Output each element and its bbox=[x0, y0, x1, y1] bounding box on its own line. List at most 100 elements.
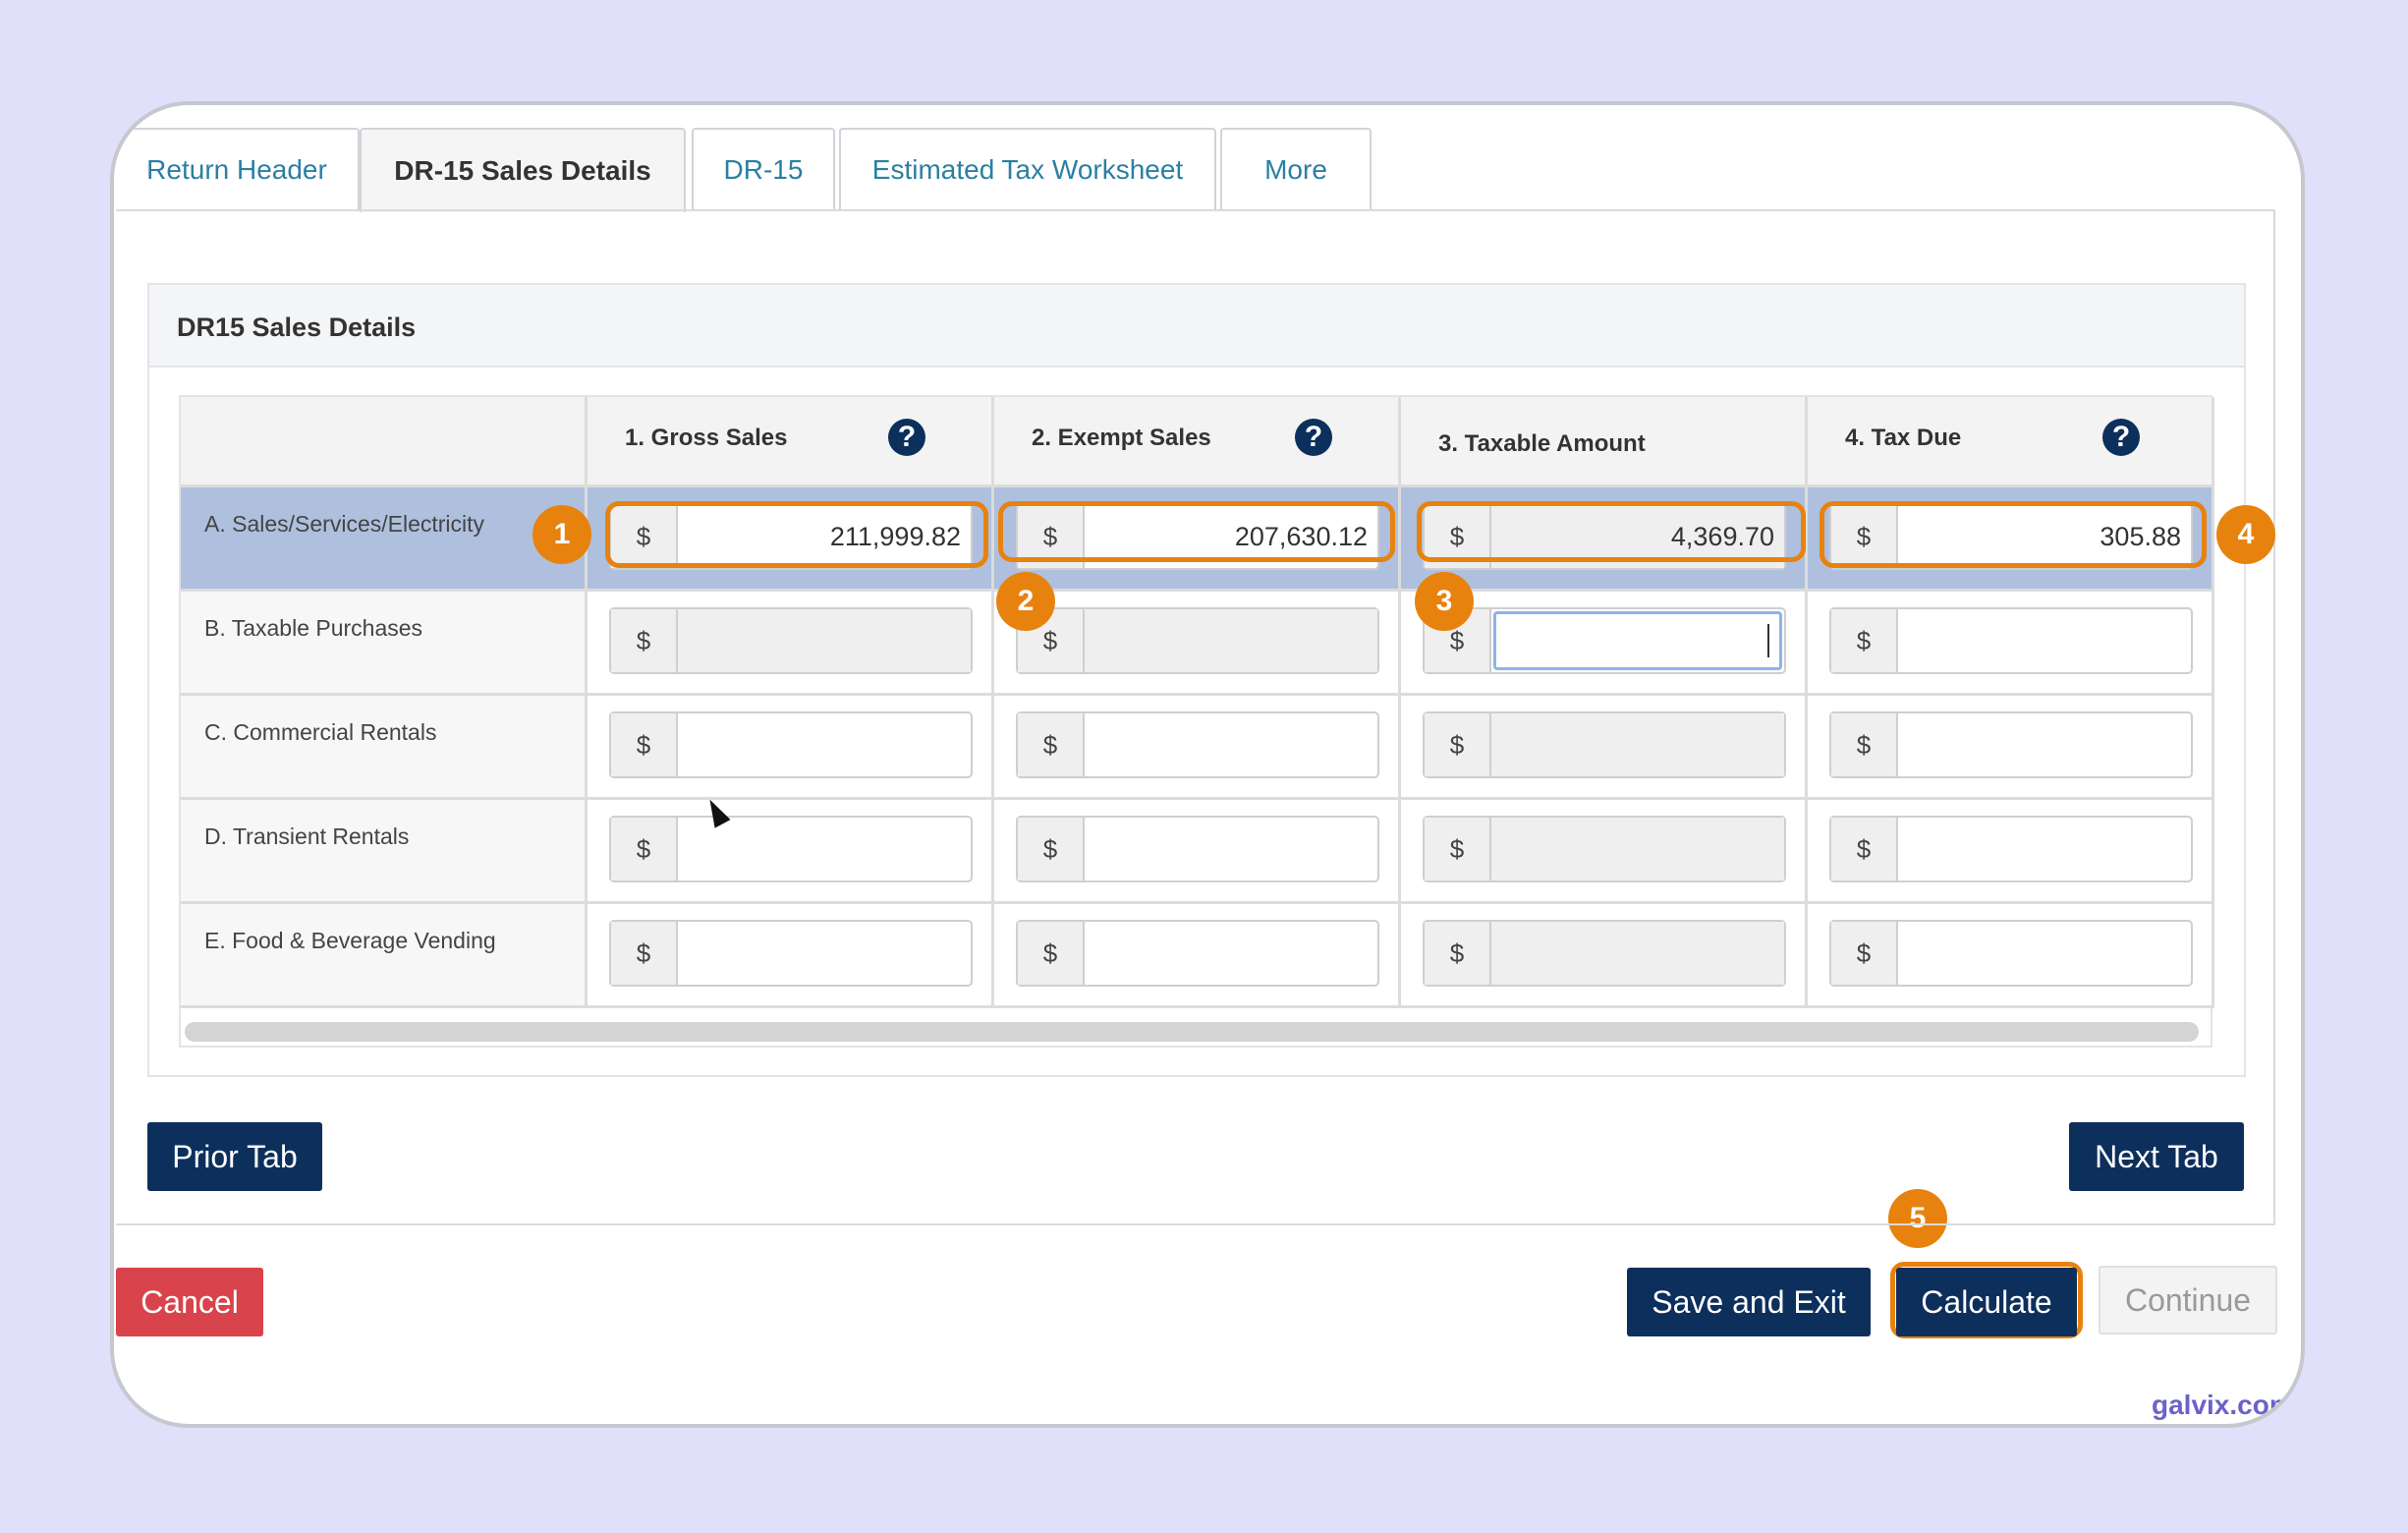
currency-symbol: $ bbox=[1425, 818, 1491, 880]
row-label-text: E. Food & Beverage Vending bbox=[204, 928, 496, 953]
step-badge-4: 4 bbox=[2216, 505, 2275, 564]
next-tab-button[interactable]: Next Tab bbox=[2069, 1122, 2244, 1191]
highlight-tax-due bbox=[1820, 501, 2207, 568]
exempt-sales-input-b: $ bbox=[1016, 607, 1379, 674]
currency-symbol: $ bbox=[1425, 922, 1491, 985]
tax-due-input-b[interactable]: $ bbox=[1829, 607, 2193, 674]
sales-details-table: 1. Gross Sales ? 2. Exempt Sales ? 3. Ta… bbox=[179, 395, 2214, 1048]
prior-tab-button[interactable]: Prior Tab bbox=[147, 1122, 322, 1191]
tab-estimated-tax-worksheet[interactable]: Estimated Tax Worksheet bbox=[839, 128, 1216, 210]
field-value bbox=[1898, 922, 2191, 985]
taxable-amount-input-b[interactable]: $ bbox=[1423, 607, 1786, 674]
tab-more[interactable]: More bbox=[1220, 128, 1372, 210]
cell-b-exempt-sales: $ bbox=[994, 592, 1401, 696]
currency-symbol: $ bbox=[1018, 818, 1085, 880]
column-label: 1. Gross Sales bbox=[625, 425, 788, 451]
field-value bbox=[1085, 922, 1377, 985]
gross-sales-input-d[interactable]: $ bbox=[609, 816, 973, 882]
currency-symbol: $ bbox=[611, 922, 678, 985]
highlight-gross-sales bbox=[605, 501, 988, 568]
help-icon[interactable]: ? bbox=[2102, 419, 2140, 456]
tab-divider bbox=[116, 209, 2275, 211]
currency-symbol: $ bbox=[1018, 713, 1085, 776]
step-badge-1: 1 bbox=[532, 505, 591, 564]
field-value bbox=[1085, 609, 1377, 672]
content-bottom-border bbox=[116, 1223, 2275, 1225]
field-value bbox=[1898, 713, 2191, 776]
step-badge-5: 5 bbox=[1888, 1189, 1947, 1248]
field-value bbox=[1493, 611, 1782, 670]
help-icon[interactable]: ? bbox=[888, 419, 925, 456]
currency-symbol: $ bbox=[1831, 713, 1898, 776]
exempt-sales-input-e[interactable]: $ bbox=[1016, 920, 1379, 987]
highlight-taxable-amount bbox=[1417, 501, 1806, 562]
app-window: Return Header DR-15 Sales Details DR-15 … bbox=[110, 101, 2305, 1428]
cancel-button[interactable]: Cancel bbox=[116, 1268, 263, 1336]
field-value bbox=[1491, 713, 1784, 776]
tax-due-input-d[interactable]: $ bbox=[1829, 816, 2193, 882]
row-label-transient-rentals: D. Transient Rentals bbox=[181, 800, 588, 904]
currency-symbol: $ bbox=[1831, 609, 1898, 672]
cell-d-gross-sales: $ bbox=[588, 800, 994, 904]
cell-e-exempt-sales: $ bbox=[994, 904, 1401, 1008]
tax-due-input-e[interactable]: $ bbox=[1829, 920, 2193, 987]
horizontal-scrollbar[interactable] bbox=[185, 1022, 2199, 1042]
currency-symbol: $ bbox=[611, 818, 678, 880]
field-value bbox=[1085, 713, 1377, 776]
currency-symbol: $ bbox=[1018, 922, 1085, 985]
column-header-tax-due: 4. Tax Due ? bbox=[1808, 397, 2214, 487]
cell-e-taxable-amount: $ bbox=[1401, 904, 1808, 1008]
gross-sales-input-e[interactable]: $ bbox=[609, 920, 973, 987]
field-value bbox=[1898, 609, 2191, 672]
help-icon[interactable]: ? bbox=[1295, 419, 1332, 456]
tab-dr15-sales-details[interactable]: DR-15 Sales Details bbox=[360, 128, 686, 212]
taxable-amount-input-e: $ bbox=[1423, 920, 1786, 987]
exempt-sales-input-c[interactable]: $ bbox=[1016, 711, 1379, 778]
cell-e-tax-due: $ bbox=[1808, 904, 2214, 1008]
currency-symbol: $ bbox=[1831, 818, 1898, 880]
header-corner bbox=[181, 397, 588, 487]
cell-c-gross-sales: $ bbox=[588, 696, 994, 800]
field-value bbox=[1491, 922, 1784, 985]
currency-symbol: $ bbox=[611, 713, 678, 776]
calculate-button[interactable]: Calculate bbox=[1896, 1268, 2077, 1336]
row-label-text: C. Commercial Rentals bbox=[204, 719, 437, 745]
step-badge-2: 2 bbox=[996, 572, 1055, 631]
column-header-taxable-amount: 3. Taxable Amount bbox=[1401, 397, 1808, 487]
step-badge-3: 3 bbox=[1415, 572, 1474, 631]
row-label-commercial-rentals: C. Commercial Rentals bbox=[181, 696, 588, 800]
currency-symbol: $ bbox=[611, 609, 678, 672]
column-header-gross-sales: 1. Gross Sales ? bbox=[588, 397, 994, 487]
cell-d-tax-due: $ bbox=[1808, 800, 2214, 904]
save-and-exit-button[interactable]: Save and Exit bbox=[1627, 1268, 1871, 1336]
field-value bbox=[1085, 818, 1377, 880]
text-caret bbox=[1767, 624, 1769, 657]
row-label-taxable-purchases: B. Taxable Purchases bbox=[181, 592, 588, 696]
cell-c-taxable-amount: $ bbox=[1401, 696, 1808, 800]
row-label-sales-services: A. Sales/Services/Electricity bbox=[181, 487, 588, 592]
cell-c-tax-due: $ bbox=[1808, 696, 2214, 800]
gross-sales-input-b: $ bbox=[609, 607, 973, 674]
field-value bbox=[678, 818, 971, 880]
continue-button[interactable]: Continue bbox=[2099, 1266, 2277, 1334]
column-label: 4. Tax Due bbox=[1845, 425, 1962, 451]
gross-sales-input-c[interactable]: $ bbox=[609, 711, 973, 778]
content-border bbox=[2273, 209, 2275, 1225]
exempt-sales-input-d[interactable]: $ bbox=[1016, 816, 1379, 882]
cell-b-tax-due: $ bbox=[1808, 592, 2214, 696]
tax-due-input-c[interactable]: $ bbox=[1829, 711, 2193, 778]
cell-c-exempt-sales: $ bbox=[994, 696, 1401, 800]
tab-return-header[interactable]: Return Header bbox=[116, 128, 360, 210]
row-label-text: B. Taxable Purchases bbox=[204, 615, 423, 641]
highlight-exempt-sales bbox=[998, 501, 1395, 562]
field-value bbox=[1491, 818, 1784, 880]
taxable-amount-input-c: $ bbox=[1423, 711, 1786, 778]
row-label-food-beverage-vending: E. Food & Beverage Vending bbox=[181, 904, 588, 1008]
row-label-text: D. Transient Rentals bbox=[204, 823, 410, 849]
tab-dr15[interactable]: DR-15 bbox=[692, 128, 835, 210]
field-value bbox=[1898, 818, 2191, 880]
field-value bbox=[678, 713, 971, 776]
field-value bbox=[678, 609, 971, 672]
column-label: 3. Taxable Amount bbox=[1438, 430, 1646, 457]
field-value bbox=[678, 922, 971, 985]
